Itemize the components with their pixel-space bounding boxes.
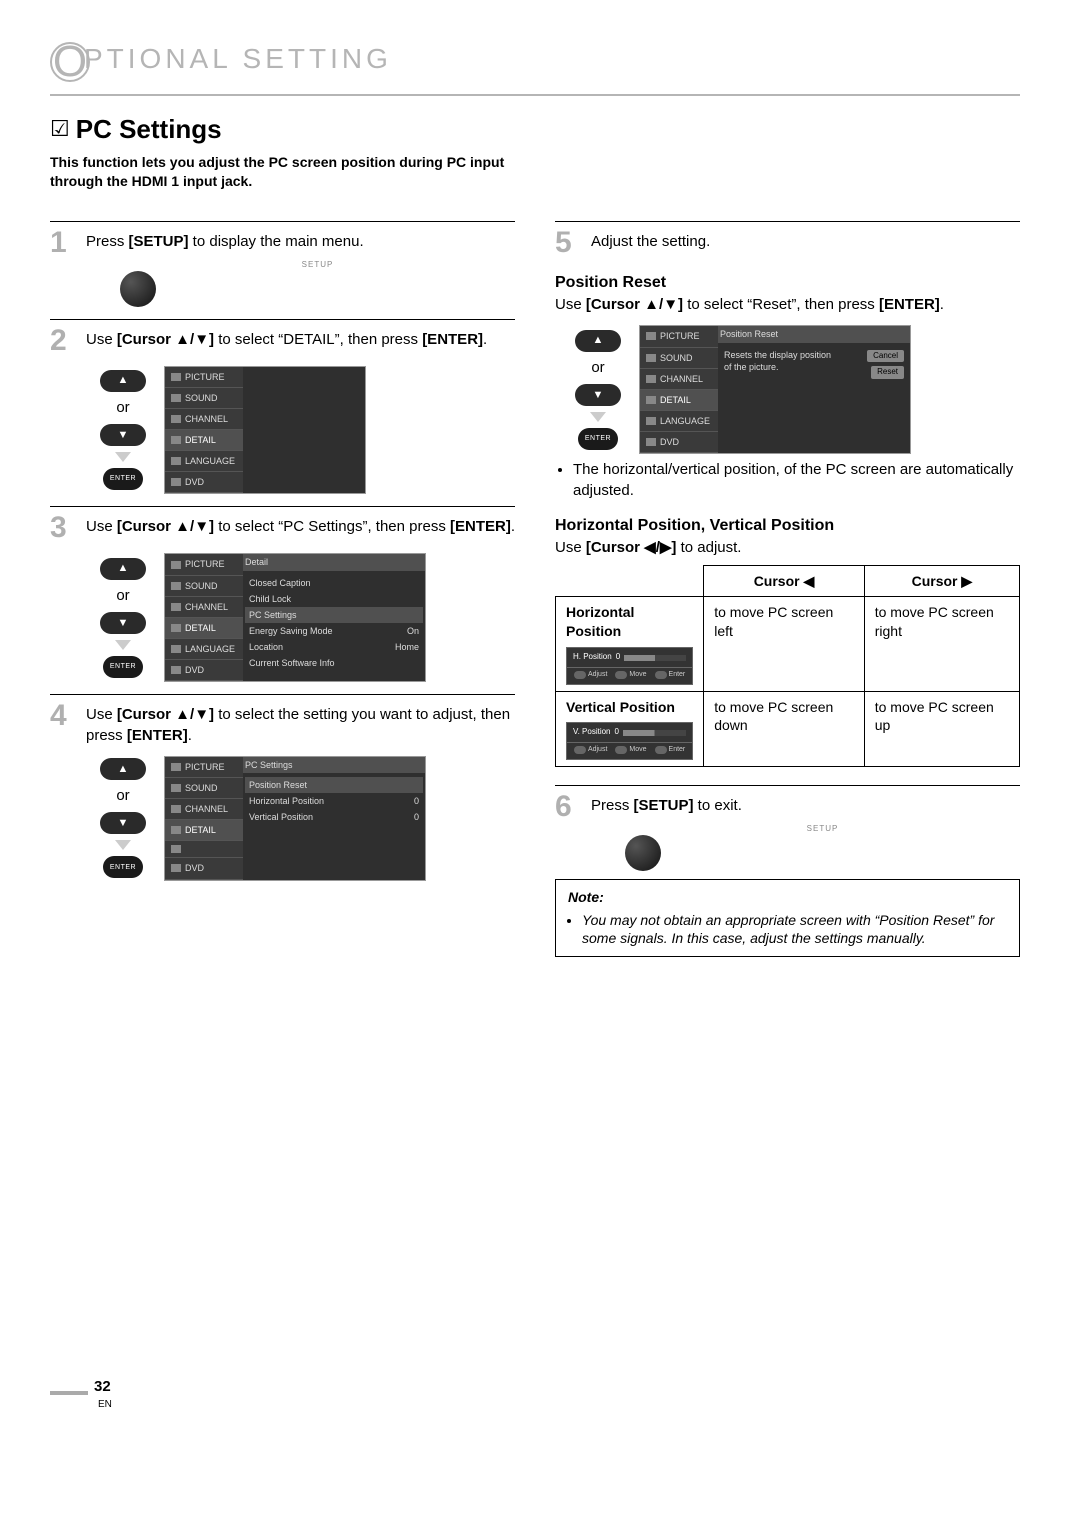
header-rule <box>50 94 1020 96</box>
osd-v-slider: V. Position 0 <box>566 722 693 743</box>
page-footer: EN <box>98 1398 1020 1412</box>
setup-label: SETUP <box>625 824 1020 835</box>
step-5: 5 Adjust the setting. <box>555 228 1020 258</box>
remote-updown-icon: ▲ or ▼ ENTER <box>575 330 621 450</box>
step-number-2: 2 <box>50 326 76 356</box>
step-4: 4 Use [Cursor ▲/▼] to select the setting… <box>50 701 515 746</box>
header-text: PTIONAL SETTING <box>84 43 392 74</box>
osd-pc-settings-menu: PICTURE SOUND CHANNEL DETAIL DVD PC Sett… <box>164 756 426 881</box>
left-column: 1 Press [SETUP] to display the main menu… <box>50 209 515 958</box>
setup-label: SETUP <box>120 260 515 271</box>
note-item: You may not obtain an appropriate screen… <box>582 911 1007 949</box>
remote-updown-icon: ▲ or ▼ ENTER <box>100 758 146 878</box>
osd-detail-menu: PICTURE SOUND CHANNEL DETAIL LANGUAGE DV… <box>164 553 426 682</box>
subtitle: PC Settings <box>76 112 222 147</box>
step-number-6: 6 <box>555 792 581 871</box>
step-number-4: 4 <box>50 701 76 746</box>
osd-h-slider: H. Position 0 <box>566 647 693 668</box>
note-box: Note: You may not obtain an appropriate … <box>555 879 1020 958</box>
osd-main-menu: PICTURE SOUND CHANNEL DETAIL LANGUAGE DV… <box>164 366 366 495</box>
right-column: 5 Adjust the setting. Position Reset Use… <box>555 209 1020 958</box>
setup-button-icon <box>625 835 661 871</box>
position-reset-bullet: The horizontal/vertical position, of the… <box>573 460 1020 501</box>
step-number-1: 1 <box>50 228 76 307</box>
hpos-row-label: Horizontal Position <box>566 604 634 639</box>
step-number-5: 5 <box>555 228 581 258</box>
step-number-3: 3 <box>50 513 76 543</box>
step-1: 1 Press [SETUP] to display the main menu… <box>50 228 515 307</box>
subtitle-row: ☑ PC Settings <box>50 112 1020 147</box>
step-3: 3 Use [Cursor ▲/▼] to select “PC Setting… <box>50 513 515 543</box>
hv-position-heading: Horizontal Position, Vertical Position <box>555 515 1020 537</box>
step-6: 6 Press [SETUP] to exit. SETUP <box>555 792 1020 871</box>
remote-updown-icon: ▲ or ▼ ENTER <box>100 370 146 490</box>
osd-position-reset: PICTURE SOUND CHANNEL DETAIL LANGUAGE DV… <box>639 325 911 454</box>
checkbox-icon: ☑ <box>50 114 70 144</box>
page-header: OPTIONAL SETTING <box>50 40 1020 82</box>
remote-updown-icon: ▲ or ▼ ENTER <box>100 558 146 678</box>
vpos-row-label: Vertical Position <box>566 699 675 715</box>
setup-button-icon <box>120 271 156 307</box>
step-2: 2 Use [Cursor ▲/▼] to select “DETAIL”, t… <box>50 326 515 356</box>
position-reset-heading: Position Reset <box>555 272 1020 294</box>
position-table: Cursor ◀ Cursor ▶ Horizontal Position H.… <box>555 565 1020 767</box>
intro-text: This function lets you adjust the PC scr… <box>50 153 550 191</box>
note-title: Note: <box>568 888 1007 907</box>
page-number: 32 <box>50 1377 1020 1397</box>
